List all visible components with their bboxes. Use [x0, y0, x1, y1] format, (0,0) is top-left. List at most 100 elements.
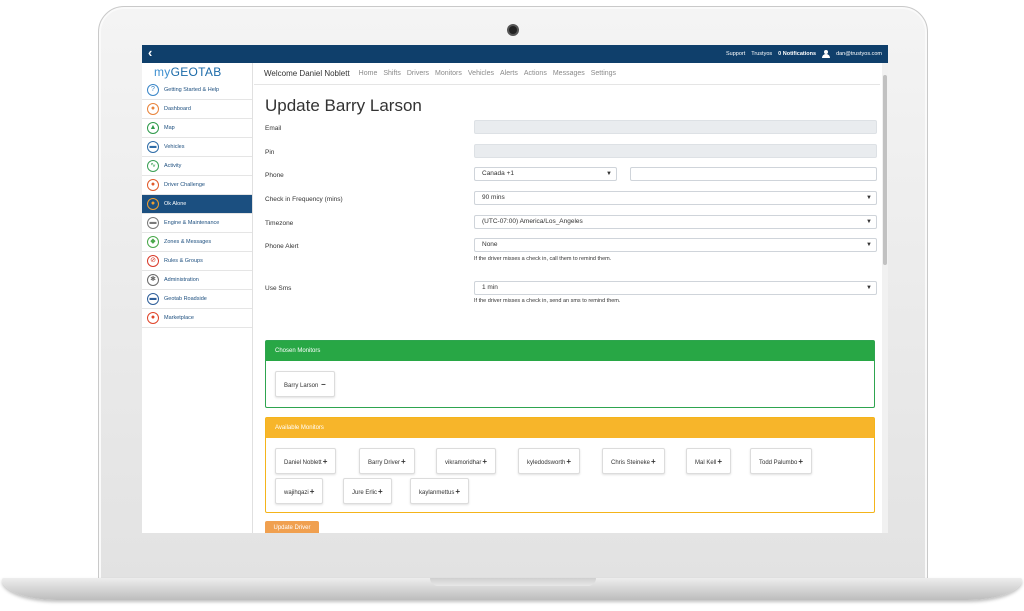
monitor-chip-label: wajihqazi	[284, 490, 309, 496]
phone-alert-value: None	[482, 241, 498, 248]
user-email[interactable]: dan@trustyos.com	[836, 51, 882, 57]
email-label: Email	[265, 125, 282, 132]
sidebar-item-dashboard[interactable]: ● Dashboard	[142, 100, 252, 119]
plus-icon[interactable]: +	[566, 457, 571, 466]
plus-icon[interactable]: +	[482, 457, 487, 466]
monitor-chip-mal-kell[interactable]: Mal Kell+	[686, 448, 732, 474]
monitor-chip-barry-driver[interactable]: Barry Driver+	[359, 448, 415, 474]
subnav-actions[interactable]: Actions	[524, 70, 547, 77]
plus-icon[interactable]: +	[378, 487, 383, 496]
scrollbar[interactable]	[882, 63, 888, 533]
sidebar-item-getting-started-help[interactable]: ? Getting Started & Help	[142, 81, 252, 100]
plus-icon[interactable]: +	[323, 457, 328, 466]
subnav-monitors[interactable]: Monitors	[435, 70, 462, 77]
phone-alert-select[interactable]: None ▼	[474, 238, 877, 252]
sidebar-item-label: Marketplace	[164, 315, 194, 321]
scroll-thumb[interactable]	[883, 75, 887, 265]
sidebar-item-map[interactable]: ▲ Map	[142, 119, 252, 138]
camera-icon	[509, 26, 517, 34]
map-icon: ▲	[147, 122, 159, 134]
sidebar-item-label: Administration	[164, 277, 199, 283]
chevron-down-icon: ▼	[866, 242, 872, 248]
sidebar-item-zones-messages[interactable]: ◆ Zones & Messages	[142, 233, 252, 252]
chosen-monitors-header: Chosen Monitors	[266, 341, 874, 361]
sms-select[interactable]: 1 min ▼	[474, 281, 877, 295]
phone-alert-label: Phone Alert	[265, 243, 299, 250]
sidebar-item-ok-alone[interactable]: ● Ok Alone	[142, 195, 252, 214]
sidebar-item-label: Map	[164, 125, 175, 131]
monitor-chip-label: Daniel Noblett	[284, 460, 322, 466]
sidebar-item-label: Dashboard	[164, 106, 191, 112]
plus-icon[interactable]: +	[651, 457, 656, 466]
timezone-select[interactable]: (UTC-07:00) America/Los_Angeles ▼	[474, 215, 877, 229]
page-title: Update Barry Larson	[265, 96, 422, 115]
timezone-value: (UTC-07:00) America/Los_Angeles	[482, 218, 583, 225]
sidebar-item-vehicles[interactable]: ▬ Vehicles	[142, 138, 252, 157]
monitor-chip-todd-palumbo[interactable]: Todd Palumbo+	[750, 448, 813, 474]
monitor-chip-barry-larson[interactable]: Barry Larson −	[275, 371, 335, 397]
monitor-chip-label: kyledodsworth	[527, 460, 566, 466]
account-link[interactable]: Trustyos	[751, 51, 772, 57]
ok-alone-icon: ●	[147, 198, 159, 210]
sidebar-item-administration[interactable]: ✱ Administration	[142, 271, 252, 290]
chevron-down-icon: ▼	[866, 219, 872, 225]
monitor-chip-label: vikramoridhar	[445, 460, 482, 466]
engine-icon: ▬	[147, 217, 159, 229]
subnav-alerts[interactable]: Alerts	[500, 70, 518, 77]
phone-country-select[interactable]: Canada +1 ▼	[474, 167, 617, 181]
email-field[interactable]	[474, 120, 877, 134]
plus-icon[interactable]: +	[798, 457, 803, 466]
plus-icon[interactable]: +	[717, 457, 722, 466]
phone-number-field[interactable]	[630, 167, 877, 181]
rules-icon: ⊘	[147, 255, 159, 267]
sidebar-item-label: Activity	[164, 163, 182, 169]
subnav-messages[interactable]: Messages	[553, 70, 585, 77]
sidebar-item-marketplace[interactable]: ● Marketplace	[142, 309, 252, 328]
chevron-down-icon: ▼	[866, 285, 872, 291]
truck-icon: ▬	[147, 141, 159, 153]
monitor-chip-wajihqazi[interactable]: wajihqazi+	[275, 478, 324, 504]
update-driver-button[interactable]: Update Driver	[265, 521, 319, 533]
chevron-down-icon: ▼	[866, 195, 872, 201]
minus-icon[interactable]: −	[321, 380, 326, 389]
monitor-chip-chris-steineke[interactable]: Chris Steineke+	[602, 448, 665, 474]
pin-field[interactable]	[474, 144, 877, 158]
sms-label: Use Sms	[265, 285, 292, 292]
sub-nav: Welcome Daniel Noblett Home Shifts Drive…	[254, 63, 880, 85]
notifications-link[interactable]: 0 Notifications	[778, 51, 816, 57]
sidebar-item-label: Driver Challenge	[164, 182, 205, 188]
app-screen: ‹ Support Trustyos 0 Notifications dan@t…	[142, 45, 888, 533]
plus-icon[interactable]: +	[310, 487, 315, 496]
chevron-left-icon[interactable]: ‹	[148, 46, 152, 60]
sidebar-item-engine-maintenance[interactable]: ▬ Engine & Maintenance	[142, 214, 252, 233]
subnav-vehicles[interactable]: Vehicles	[468, 70, 494, 77]
logo-my: my	[154, 65, 171, 79]
checkin-frequency-select[interactable]: 90 mins ▼	[474, 191, 877, 205]
sidebar-item-geotab-roadside[interactable]: ▬ Geotab Roadside	[142, 290, 252, 309]
monitor-chip-kyledodsworth[interactable]: kyledodsworth+	[518, 448, 581, 474]
monitor-chip-label: Barry Larson	[284, 383, 319, 389]
help-icon: ?	[147, 84, 159, 96]
subnav-shifts[interactable]: Shifts	[383, 70, 401, 77]
plus-icon[interactable]: +	[455, 487, 460, 496]
sidebar-item-activity[interactable]: ∿ Activity	[142, 157, 252, 176]
zones-icon: ◆	[147, 236, 159, 248]
monitor-chip-daniel-noblett[interactable]: Daniel Noblett+	[275, 448, 337, 474]
logo[interactable]: myGEOTAB	[142, 63, 252, 81]
subnav-drivers[interactable]: Drivers	[407, 70, 429, 77]
plus-icon[interactable]: +	[401, 457, 406, 466]
sidebar-item-rules-groups[interactable]: ⊘ Rules & Groups	[142, 252, 252, 271]
main-content: Welcome Daniel Noblett Home Shifts Drive…	[254, 63, 880, 533]
user-icon[interactable]	[822, 50, 831, 58]
sidebar-nav: ? Getting Started & Help ● Dashboard ▲ Map ▬ Ve…	[142, 81, 252, 328]
timezone-label: Timezone	[265, 220, 294, 227]
monitor-chip-kaylanmettus[interactable]: kaylanmettus+	[410, 478, 470, 504]
sidebar-item-driver-challenge[interactable]: ● Driver Challenge	[142, 176, 252, 195]
support-link[interactable]: Support	[726, 51, 745, 57]
checkin-value: 90 mins	[482, 194, 505, 201]
monitor-chip-vikramoridhar[interactable]: vikramoridhar+	[436, 448, 497, 474]
monitor-chip-jure-erlic[interactable]: Jure Erlic+	[343, 478, 392, 504]
phone-alert-help: If the driver misses a check in, call th…	[474, 256, 612, 262]
subnav-home[interactable]: Home	[359, 70, 378, 77]
subnav-settings[interactable]: Settings	[591, 70, 616, 77]
